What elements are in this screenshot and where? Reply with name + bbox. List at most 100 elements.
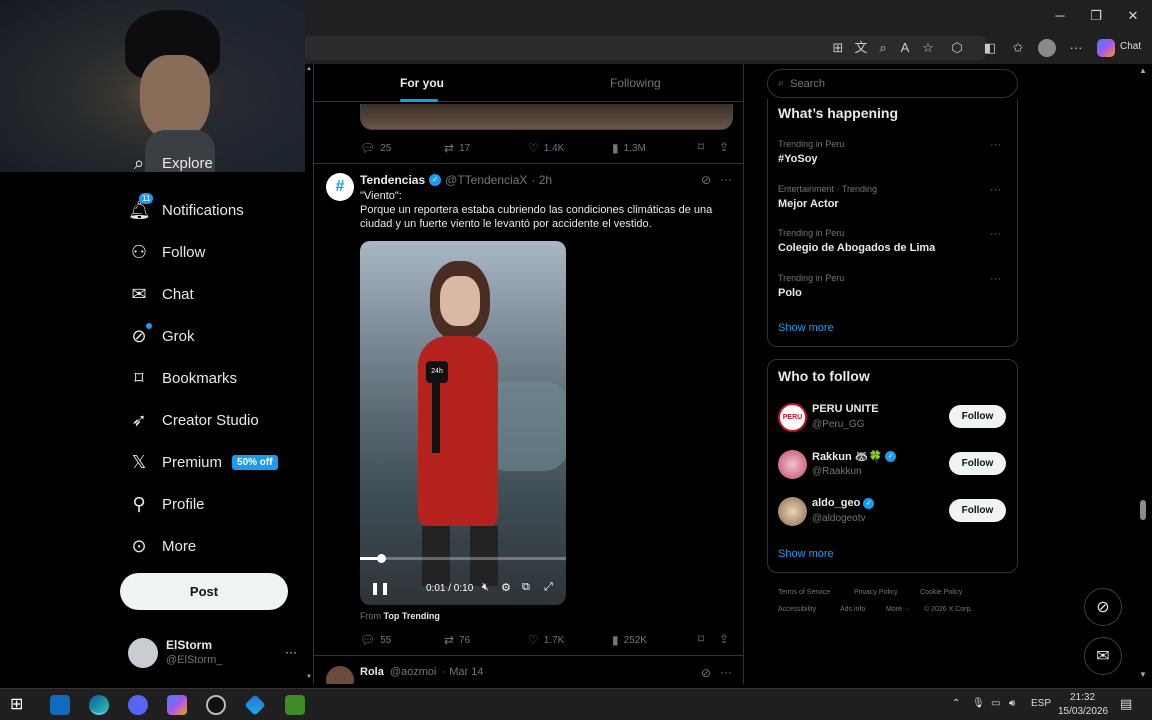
suggested-account-avatar[interactable]: PERU (778, 403, 807, 432)
fullscreen-icon[interactable]: ⤢ (544, 581, 553, 594)
trend-item[interactable]: Colegio de Abogados de Lima (778, 242, 935, 254)
nav-chat[interactable]: ✉ Chat (128, 277, 193, 311)
footer-terms-link[interactable]: Terms of Service (778, 589, 830, 596)
follow-button[interactable]: Follow (949, 499, 1006, 522)
translate-icon[interactable]: 文 (853, 40, 869, 56)
trend-more-icon[interactable]: ··· (990, 273, 1001, 285)
suggested-account-name[interactable]: aldo_geo (812, 497, 860, 509)
copilot-app-icon[interactable] (167, 695, 187, 715)
suggested-account-name[interactable]: PERU UNITE (812, 403, 879, 415)
nav-creator-studio[interactable]: ➶ Creator Studio (128, 403, 258, 437)
account-name[interactable]: ElStorm (166, 638, 212, 652)
suggested-account-handle[interactable]: @Peru_GG (812, 419, 864, 430)
nav-premium[interactable]: 𝕏 Premium 50% off (128, 445, 278, 479)
follow-button[interactable]: Follow (949, 405, 1006, 428)
minecraft-icon[interactable] (285, 695, 305, 715)
nav-more[interactable]: ⊙ More (128, 529, 196, 563)
reply-button[interactable]: 💬︎ 55 (360, 633, 391, 647)
follow-button[interactable]: Follow (949, 452, 1006, 475)
views-button[interactable]: ▮ 252K (612, 633, 647, 647)
clock-date[interactable]: 15/03/2026 (1058, 706, 1108, 717)
account-menu-icon[interactable]: ··· (285, 645, 297, 659)
trends-show-more-link[interactable]: Show more (778, 322, 834, 334)
copilot-chat-label[interactable]: Chat (1120, 41, 1141, 52)
edge-icon[interactable] (89, 695, 109, 715)
nav-bookmarks[interactable]: ⌑ Bookmarks (128, 361, 237, 395)
maximize-icon[interactable]: ❐ (1086, 6, 1106, 26)
nav-explore[interactable]: ⌕ Explore (128, 154, 213, 172)
next-tweet-avatar[interactable] (326, 666, 354, 684)
close-window-icon[interactable]: ✕ (1123, 6, 1143, 26)
trend-item[interactable]: Polo (778, 287, 802, 299)
extensions-icon[interactable]: ⬡ (949, 40, 965, 56)
favorite-star-icon[interactable]: ☆ (920, 40, 936, 56)
browser-profile-avatar[interactable] (1038, 39, 1056, 57)
left-scrollbar[interactable]: ▲ ▼ (305, 64, 313, 684)
suggested-account-avatar[interactable] (778, 497, 807, 526)
like-button[interactable]: ♡ 1.7K (528, 633, 564, 647)
tweet-video[interactable]: 24h ❚❚ 0:01 / 0:10 🔇︎ ⚙ ⧉ ⤢ (360, 241, 566, 605)
clock-time[interactable]: 21:32 (1070, 692, 1095, 703)
share-button[interactable]: ⇪ (719, 140, 729, 154)
notification-center-icon[interactable]: ▤ (1120, 696, 1132, 712)
next-tweet-time[interactable]: · Mar 14 (442, 666, 483, 678)
obs-icon[interactable] (206, 695, 226, 715)
suggested-account-handle[interactable]: @Raakkun (812, 466, 862, 477)
settings-more-icon[interactable]: ··· (1068, 40, 1084, 56)
views-button[interactable]: ▮ 1.3M (612, 141, 646, 155)
repost-button[interactable]: ⇄ 76 (444, 633, 470, 647)
bookmark-button[interactable]: ⌑ (698, 632, 704, 646)
copilot-icon[interactable] (1097, 39, 1115, 57)
volume-icon[interactable]: 🔊︎ (1009, 698, 1015, 709)
account-handle[interactable]: @ElStorm_ (166, 654, 222, 666)
reply-button[interactable]: 💬︎ 25 (360, 141, 391, 155)
network-icon[interactable]: ▭ (991, 698, 1000, 709)
windows-start-icon[interactable]: ⊞ (10, 695, 30, 715)
suggested-account-name[interactable]: Rakkun 🦝🍀 (812, 450, 882, 463)
account-avatar[interactable] (128, 638, 158, 668)
trend-item[interactable]: #YoSoy (778, 153, 818, 165)
favorites-icon[interactable]: ✩ (1010, 40, 1026, 56)
grok-floating-button[interactable]: ⊘ (1084, 588, 1122, 626)
tweet-author-name[interactable]: Tendencias (360, 173, 425, 187)
split-screen-icon[interactable]: ◧ (982, 40, 998, 56)
tweet-more-icon[interactable]: ··· (720, 172, 732, 186)
tab-following[interactable]: Following (610, 76, 661, 90)
trend-item[interactable]: Mejor Actor (778, 198, 839, 210)
nav-grok[interactable]: ⊘ Grok (128, 319, 195, 353)
next-tweet-handle[interactable]: @aozmoi (390, 666, 437, 678)
grok-explain-icon[interactable]: ⊘ (701, 666, 711, 680)
post-button[interactable]: Post (120, 573, 288, 610)
bookmark-button[interactable]: ⌑ (698, 140, 704, 154)
language-indicator[interactable]: ESP (1031, 698, 1051, 709)
share-button[interactable]: ⇪ (719, 632, 729, 646)
follow-show-more-link[interactable]: Show more (778, 548, 834, 560)
tray-expand-icon[interactable]: ⌃ (952, 698, 960, 709)
footer-cookie-link[interactable]: Cookie Policy (920, 589, 962, 596)
footer-ads-link[interactable]: Ads info (840, 606, 865, 613)
suggested-account-handle[interactable]: @aldogeotv (812, 513, 866, 524)
grok-explain-icon[interactable]: ⊘ (701, 173, 711, 187)
tweet-source-link[interactable]: Top Trending (384, 611, 440, 621)
tweet-more-icon[interactable]: ··· (720, 665, 732, 679)
app-available-icon[interactable]: ⊞ (830, 40, 846, 56)
picture-in-picture-icon[interactable]: ⧉ (522, 581, 530, 594)
tweet-author-handle[interactable]: @TTendenciaX (445, 173, 527, 187)
footer-accessibility-link[interactable]: Accessibility (778, 606, 816, 613)
nav-follow[interactable]: ⚇ Follow (128, 235, 205, 269)
tab-for-you[interactable]: For you (400, 76, 444, 90)
video-scrubber-handle[interactable] (376, 554, 386, 563)
discord-icon[interactable] (128, 695, 148, 715)
settings-gear-icon[interactable]: ⚙ (501, 581, 511, 594)
minimize-icon[interactable]: ─ (1050, 6, 1070, 26)
nav-profile[interactable]: ⚲ Profile (128, 487, 204, 521)
trend-more-icon[interactable]: ··· (990, 139, 1001, 151)
previous-tweet-media[interactable] (360, 104, 733, 130)
nav-notifications[interactable]: 🔔︎ 11 Notifications (128, 193, 244, 227)
trend-more-icon[interactable]: ··· (990, 228, 1001, 240)
app-icon[interactable] (244, 694, 266, 716)
microphone-icon[interactable]: 🎙︎ (972, 698, 985, 709)
video-progress-track[interactable] (360, 557, 566, 560)
messages-floating-button[interactable]: ✉ (1084, 637, 1122, 675)
like-button[interactable]: ♡ 1.4K (528, 141, 564, 155)
